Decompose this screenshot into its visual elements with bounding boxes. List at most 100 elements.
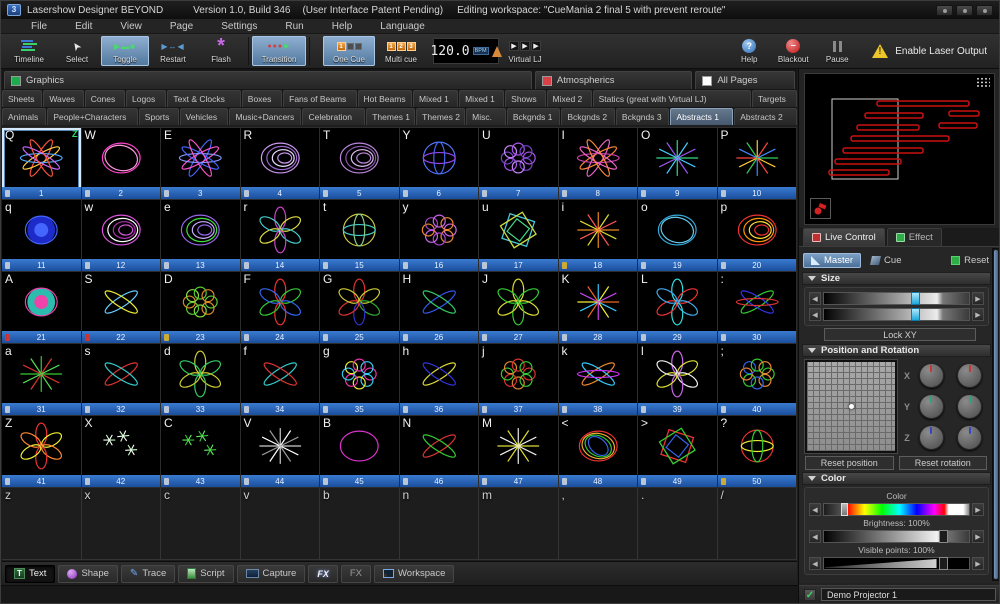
shape-tool-button[interactable]: Shape xyxy=(58,564,118,583)
menu-language[interactable]: Language xyxy=(366,21,439,32)
cue-cell-6[interactable]: Y6 xyxy=(399,128,479,200)
cue-cell-35[interactable]: g 35 xyxy=(320,344,400,416)
cue-cell-key[interactable]: . xyxy=(638,488,718,560)
cue-cell-14[interactable]: r 14 xyxy=(240,200,320,272)
size-x-slider[interactable]: ◀ ▶ xyxy=(809,291,984,306)
cue-cell-28[interactable]: K 28 xyxy=(558,272,638,344)
cue-cell-44[interactable]: V 44 xyxy=(240,416,320,488)
script-tool-button[interactable]: Script xyxy=(178,564,234,583)
category-tab-celebration[interactable]: Celebration xyxy=(302,108,366,125)
category-tab-fans-of-beams[interactable]: Fans of Beams xyxy=(283,90,357,107)
category-tab-mixed-1[interactable]: Mixed 1 xyxy=(413,90,459,107)
cue-cell-x[interactable]: x xyxy=(81,488,161,560)
cue-cell-33[interactable]: d 33 xyxy=(161,344,241,416)
brightness-track[interactable] xyxy=(823,530,970,543)
cue-cell-9[interactable]: O9 xyxy=(638,128,718,200)
category-tab-sports[interactable]: Sports xyxy=(138,108,179,125)
slider-left-button[interactable]: ◀ xyxy=(809,503,821,516)
size-y-track[interactable] xyxy=(823,308,970,321)
cue-cell-43[interactable]: C 43 xyxy=(161,416,241,488)
fx-button[interactable]: FX xyxy=(308,564,338,583)
cue-cell-25[interactable]: G 25 xyxy=(320,272,400,344)
reset-button[interactable]: Reset xyxy=(951,255,989,266)
size-y-slider[interactable]: ◀ ▶ xyxy=(809,307,984,322)
cue-cell-50[interactable]: ? 50 xyxy=(717,416,797,488)
slider-right-button[interactable]: ▶ xyxy=(972,308,984,321)
laser-preview-canvas[interactable] xyxy=(804,73,995,225)
color-section-header[interactable]: Color xyxy=(802,472,991,485)
menu-view[interactable]: View xyxy=(106,21,156,32)
text-tool-button[interactable]: T Text xyxy=(5,564,56,583)
category-tab-cones[interactable]: Cones xyxy=(84,90,126,107)
projection-zone-icon[interactable] xyxy=(810,198,831,219)
cue-cell-key[interactable]: , xyxy=(558,488,638,560)
cue-cell-30[interactable]: : 30 xyxy=(717,272,797,344)
cue-cell-11[interactable]: q 11 xyxy=(2,200,82,272)
brightness-handle[interactable] xyxy=(938,530,948,543)
maximize-button[interactable] xyxy=(956,4,973,16)
rotation-knob-x-2[interactable] xyxy=(957,363,983,388)
enable-laser-output-button[interactable]: Enable Laser Output xyxy=(872,35,987,67)
cue-cell-37[interactable]: j 37 xyxy=(479,344,559,416)
cue-cell-22[interactable]: S 22 xyxy=(81,272,161,344)
cue-cell-34[interactable]: f 34 xyxy=(240,344,320,416)
lock-xy-button[interactable]: Lock XY xyxy=(824,328,976,341)
cue-cell-36[interactable]: h 36 xyxy=(399,344,479,416)
cue-cell-20[interactable]: p 20 xyxy=(717,200,797,272)
reset-rotation-button[interactable]: Reset rotation xyxy=(898,456,987,470)
category-tab-statics-great-with-virtual-lj[interactable]: Statics (great with Virtual LJ) xyxy=(592,90,751,107)
rotation-knob-z-1[interactable] xyxy=(918,425,944,450)
cue-cell-17[interactable]: u 17 xyxy=(479,200,559,272)
category-tab-hot-beams[interactable]: Hot Beams xyxy=(357,90,413,107)
scrollbar-thumb[interactable] xyxy=(994,250,998,579)
slider-right-button[interactable]: ▶ xyxy=(972,292,984,305)
cue-cell-41[interactable]: Z 41 xyxy=(2,416,82,488)
menu-settings[interactable]: Settings xyxy=(207,21,271,32)
cue-cell-13[interactable]: e 13 xyxy=(161,200,241,272)
select-button[interactable]: ➤ Select xyxy=(53,36,101,66)
fx-button-2[interactable]: FX xyxy=(340,564,372,583)
projector-name-field[interactable]: Demo Projector 1 xyxy=(821,588,996,601)
cue-cell-29[interactable]: L 29 xyxy=(638,272,718,344)
cue-cell-1[interactable]: Q Z 1 xyxy=(2,128,82,200)
trace-tool-button[interactable]: ✎ Trace xyxy=(120,564,176,583)
category-tab-themes-1[interactable]: Themes 1 xyxy=(366,108,416,125)
category-tab-waves[interactable]: Waves xyxy=(43,90,84,107)
size-x-track[interactable] xyxy=(823,292,970,305)
cue-cell-3[interactable]: E3 xyxy=(161,128,241,200)
one-cue-button[interactable]: 1 One Cue xyxy=(323,36,375,66)
pause-button[interactable]: Pause xyxy=(816,36,858,66)
minimize-button[interactable] xyxy=(936,4,953,16)
category-tab-music-dancers[interactable]: Music+Dancers xyxy=(229,108,302,125)
category-tab-mixed-1[interactable]: Mixed 1 xyxy=(459,90,505,107)
slider-left-button[interactable]: ◀ xyxy=(809,530,821,543)
category-tab-animals[interactable]: Animals xyxy=(2,108,47,125)
cue-cell-2[interactable]: W2 xyxy=(81,128,161,200)
category-tab-bckgnds-1[interactable]: Bckgnds 1 xyxy=(506,108,561,125)
category-tab-boxes[interactable]: Boxes xyxy=(241,90,283,107)
page-tab-graphics[interactable]: Graphics xyxy=(4,71,532,89)
restart-button[interactable]: ▶↔◀ Restart xyxy=(149,36,197,66)
rotation-knob-z-2[interactable] xyxy=(957,425,983,450)
flash-button[interactable]: * Flash xyxy=(197,36,245,66)
cue-cell-15[interactable]: t 15 xyxy=(320,200,400,272)
menu-help[interactable]: Help xyxy=(318,21,367,32)
workspace-button[interactable]: Workspace xyxy=(374,564,455,583)
tab-effect[interactable]: Effect xyxy=(886,228,942,246)
cue-cell-42[interactable]: X 42 xyxy=(81,416,161,488)
rotation-knob-x-1[interactable] xyxy=(918,363,944,388)
brightness-slider[interactable]: ◀ ▶ xyxy=(809,529,984,544)
cue-cell-c[interactable]: c xyxy=(161,488,241,560)
tab-live-control[interactable]: Live Control xyxy=(803,228,885,246)
hue-track[interactable] xyxy=(823,503,970,516)
visible-points-handle[interactable] xyxy=(938,557,948,570)
category-tab-people-characters[interactable]: People+Characters xyxy=(47,108,138,125)
cue-cell-5[interactable]: T5 xyxy=(320,128,400,200)
slider-left-button[interactable]: ◀ xyxy=(809,308,821,321)
size-x-handle[interactable] xyxy=(911,292,920,305)
category-tab-sheets[interactable]: Sheets xyxy=(2,90,43,107)
cue-button[interactable]: Cue xyxy=(863,253,909,268)
cue-cell-19[interactable]: o 19 xyxy=(638,200,718,272)
category-tab-themes-2[interactable]: Themes 2 xyxy=(416,108,466,125)
toggle-button[interactable]: ▶▬■ Toggle xyxy=(101,36,149,66)
